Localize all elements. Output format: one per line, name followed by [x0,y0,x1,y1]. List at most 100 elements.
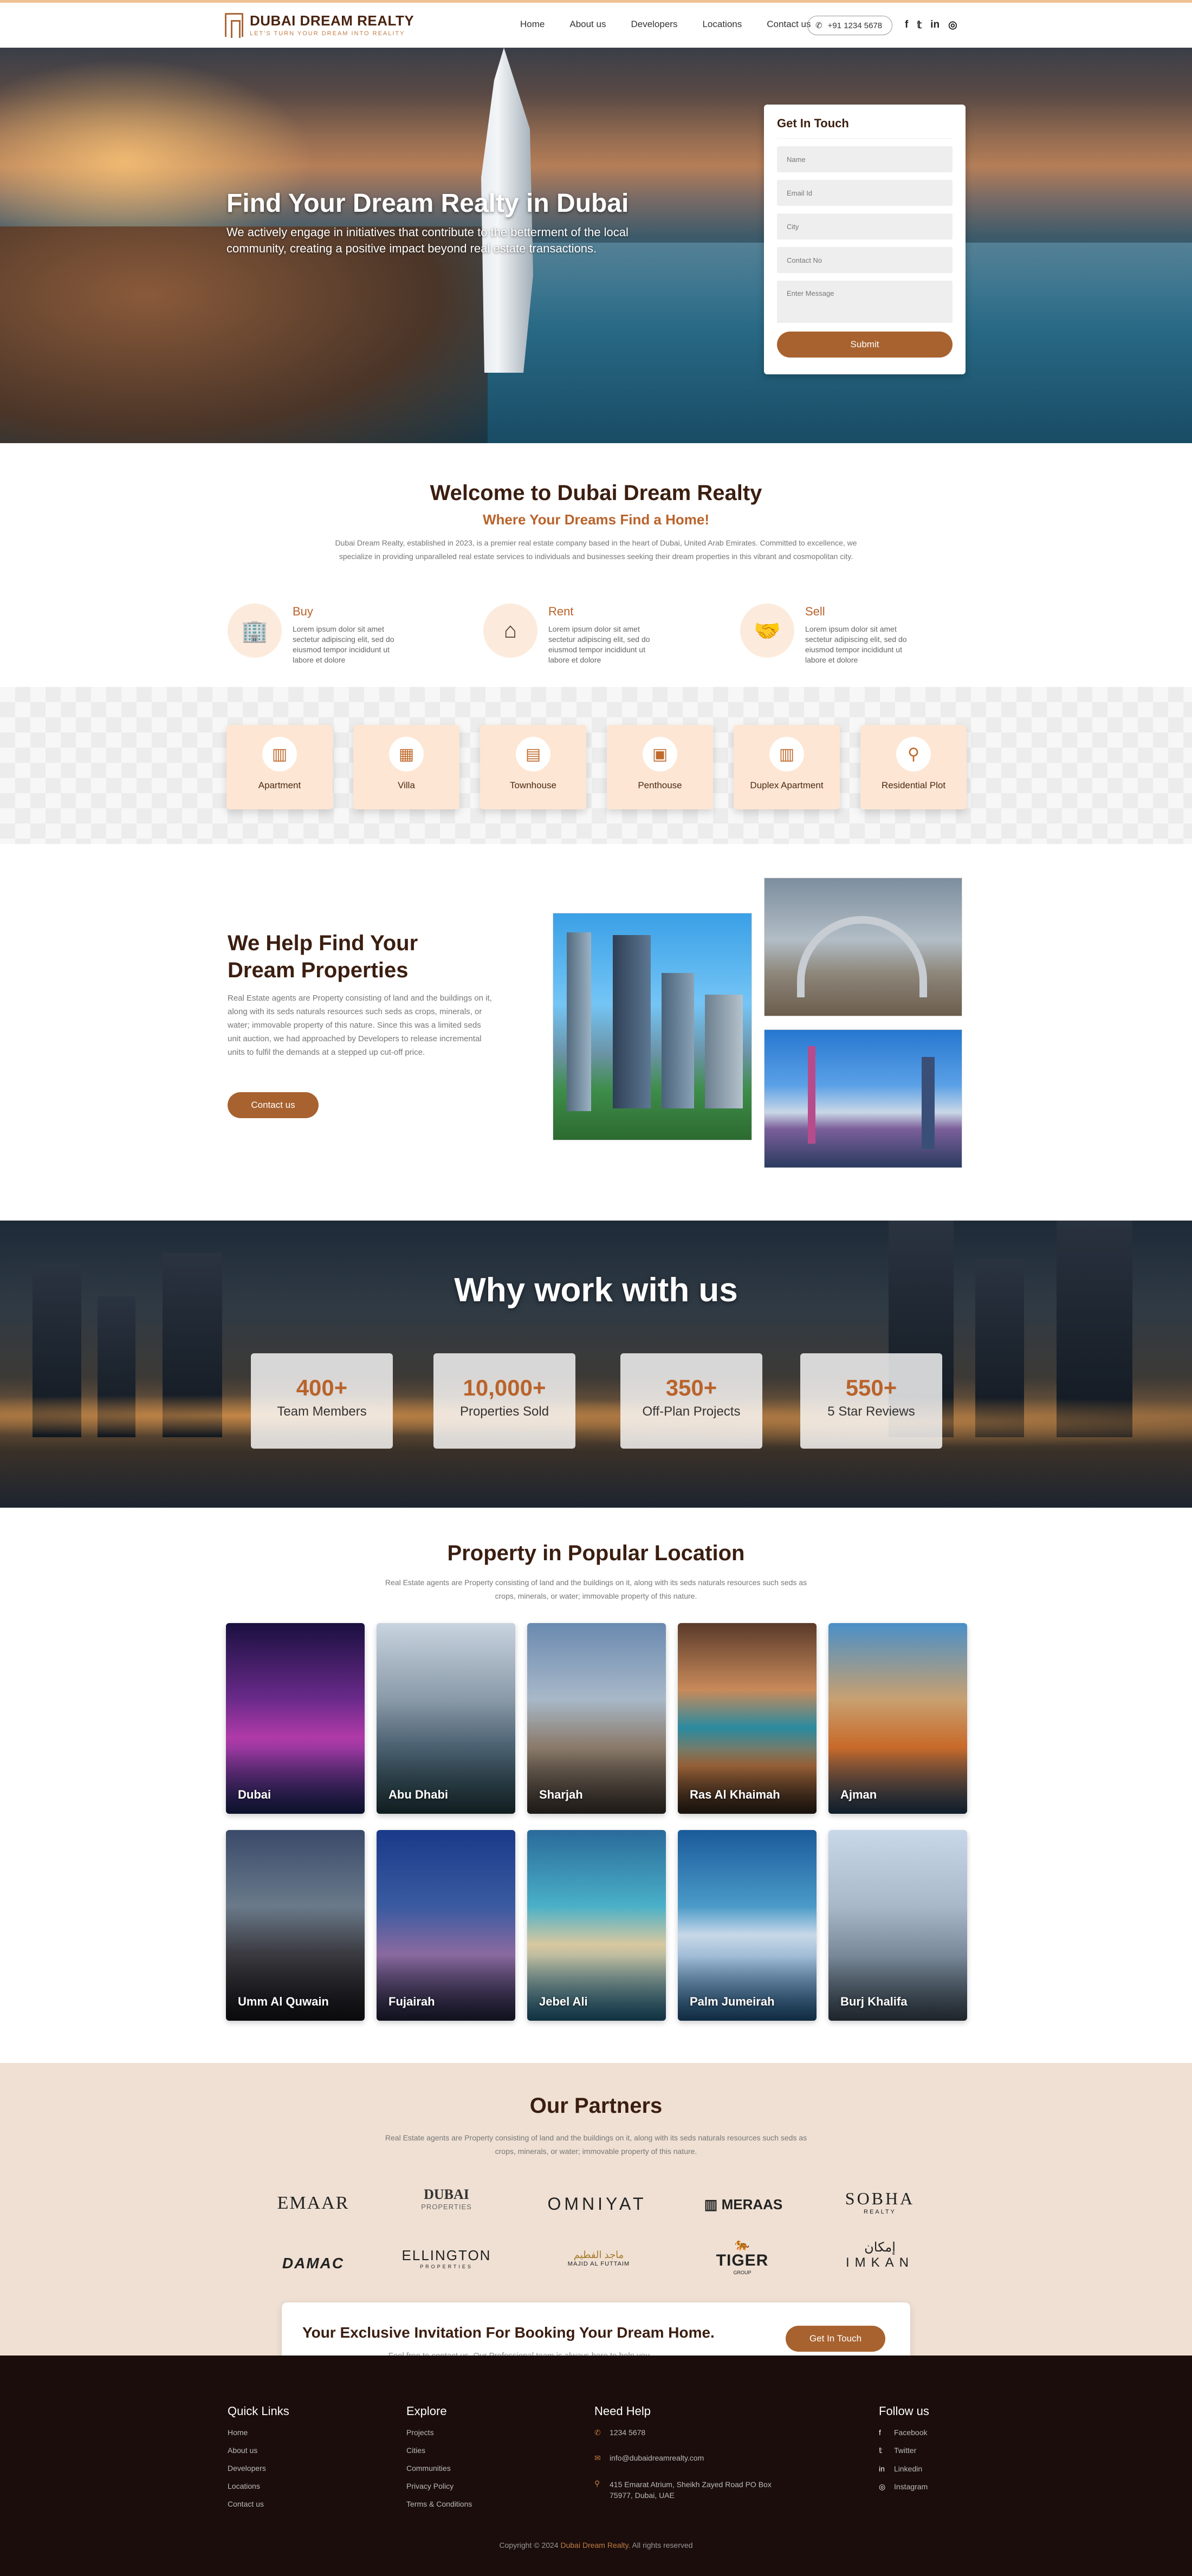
location-card-umm-al-quwain[interactable]: Umm Al Quwain [226,1830,365,2021]
tiger-icon: 🐅 [735,2237,750,2251]
service-sell[interactable]: 🤝 Sell Lorem ipsum dolor sit amet sectetu… [740,604,957,665]
footer-link[interactable]: Locations [228,2482,289,2490]
message-field[interactable]: Enter Message [777,281,953,323]
stat-number: 10,000+ [463,1375,546,1400]
museum-photo [764,878,962,1016]
partners-title: Our Partners [529,2094,663,2118]
location-name: Ras Al Khaimah [690,1788,780,1801]
type-townhouse[interactable]: ▤ Townhouse [480,725,586,809]
logo-text: MERAAS [721,2196,783,2212]
city-field[interactable]: City [777,213,953,239]
footer-phone[interactable]: ✆ 1234 5678 [594,2428,772,2437]
location-card-sharjah[interactable]: Sharjah [527,1623,666,1814]
footer-link[interactable]: Developers [228,2464,289,2473]
footer-link[interactable]: Cities [406,2446,472,2455]
hero-title: Find Your Dream Realty in Dubai [226,189,629,218]
facebook-icon: f [879,2428,881,2437]
location-name: Burj Khalifa [840,1995,908,2008]
twitter-icon[interactable]: 𝕥 [917,19,922,31]
footer-address: ⚲ 415 Emarat Atrium, Sheikh Zayed Road PO… [594,2479,772,2501]
footer-link[interactable]: Communities [406,2464,472,2473]
type-duplex[interactable]: ▥ Duplex Apartment [734,725,840,809]
location-card-fujairah[interactable]: Fujairah [377,1830,515,2021]
linkedin-icon[interactable]: in [930,19,940,31]
type-apartment[interactable]: ▥ Apartment [226,725,333,809]
nav-developers[interactable]: Developers [631,19,677,30]
phone-icon: ✆ [815,21,822,30]
location-pin-icon: ⚲ [594,2479,600,2488]
footer-email[interactable]: ✉ info@dubaidreamrealty.com [594,2454,772,2463]
location-card-dubai[interactable]: Dubai [226,1623,365,1814]
location-card-abu-dhabi[interactable]: Abu Dhabi [377,1623,515,1814]
cta-title: Your Exclusive Invitation For Booking Yo… [302,2324,715,2341]
nav-home[interactable]: Home [520,19,545,30]
type-plot[interactable]: ⚲ Residential Plot [860,725,967,809]
email-field[interactable]: Email Id [777,180,953,206]
footer-twitter[interactable]: 𝕥 Twitter [879,2446,929,2455]
get-in-touch-button[interactable]: Get In Touch [786,2326,885,2352]
contact-us-button[interactable]: Contact us [228,1092,319,1118]
footer-facebook[interactable]: f Facebook [879,2428,929,2437]
footer-explore: Explore Projects Cities Communities Priv… [406,2404,472,2517]
logo-text: REALTY [864,2209,896,2215]
address-text: 415 Emarat Atrium, Sheikh Zayed Road PO … [610,2480,772,2500]
service-rent[interactable]: ⌂ Rent Lorem ipsum dolor sit amet sectetu… [483,604,700,665]
emaar-logo: EMAAR [277,2193,349,2213]
footer-need-help: Need Help ✆ 1234 5678 ✉ info@dubaidreamrea… [594,2404,772,2510]
location-card-ajman[interactable]: Ajman [828,1623,967,1814]
help-text: Real Estate agents are Property consisti… [228,994,492,1057]
footer-link[interactable]: Contact us [228,2500,289,2508]
footer-linkedin[interactable]: in Linkedin [879,2464,929,2473]
location-card-ras-al-khaimah[interactable]: Ras Al Khaimah [678,1623,817,1814]
copyright-brand[interactable]: Dubai Dream Realty [560,2541,628,2549]
logo-text: TIGER [716,2251,769,2269]
footer-link[interactable]: Projects [406,2428,472,2437]
location-name: Dubai [238,1788,271,1801]
copyright: Copyright © 2024 Dubai Dream Realty. All… [0,2541,1192,2549]
phone-number: +91 1234 5678 [827,21,883,30]
nav-about[interactable]: About us [569,19,606,30]
location-card-burj-khalifa[interactable]: Burj Khalifa [828,1830,967,2021]
phone-button[interactable]: ✆ +91 1234 5678 [807,16,893,35]
service-buy[interactable]: 🏢 Buy Lorem ipsum dolor sit amet sectetur… [228,604,444,665]
hero-banner: Find Your Dream Realty in Dubai We activ… [0,48,1192,443]
majid-al-futtaim-logo: ماجد الفطيم MAJID AL FUTTAIM [531,2249,666,2267]
skyline-photo [553,913,752,1140]
nav-contact[interactable]: Contact us [767,19,811,30]
locations-text: Real Estate agents are Property consisti… [385,1578,807,1600]
contact-field[interactable]: Contact No [777,247,953,273]
footer-link[interactable]: Privacy Policy [406,2482,472,2490]
building-icon: 🏢 [228,604,282,658]
damac-logo: DAMAC [282,2255,345,2272]
duplex-icon: ▥ [769,737,804,771]
footer-link[interactable]: Terms & Conditions [406,2500,472,2508]
type-villa[interactable]: ▦ Villa [353,725,459,809]
type-penthouse[interactable]: ▣ Penthouse [607,725,713,809]
name-field[interactable]: Name [777,146,953,172]
stat-number: 550+ [845,1375,897,1400]
why-section: Why work with us 400+ Team Members 10,000… [0,1221,1192,1508]
footer-heading: Explore [406,2404,447,2418]
location-card-palm-jumeirah[interactable]: Palm Jumeirah [678,1830,817,2021]
social-label: Linkedin [894,2464,923,2473]
logo-text: ELLINGTON [401,2247,491,2263]
location-card-jebel-ali[interactable]: Jebel Ali [527,1830,666,2021]
nav-locations[interactable]: Locations [702,19,742,30]
welcome-description: Dubai Dream Realty, established in 2023,… [335,538,857,561]
twitter-icon: 𝕥 [879,2446,883,2455]
stat-label: Off-Plan Projects [642,1404,741,1419]
footer-link[interactable]: About us [228,2446,289,2455]
stat-card: 350+ Off-Plan Projects [620,1353,762,1449]
footer-instagram[interactable]: ◎ Instagram [879,2482,929,2491]
type-label: Villa [398,780,415,790]
logo[interactable]: DUBAI DREAM REALTY LET'S TURN YOUR DREAM… [225,12,414,38]
hero-subtitle: We actively engage in initiatives that c… [226,225,629,255]
submit-button[interactable]: Submit [777,332,953,358]
ellington-logo: ELLINGTON PROPERTIES [392,2247,501,2269]
instagram-icon[interactable]: ◎ [948,19,957,31]
stat-card: 400+ Team Members [251,1353,393,1449]
social-label: Twitter [894,2446,917,2455]
facebook-icon[interactable]: f [905,19,908,31]
footer-link[interactable]: Home [228,2428,289,2437]
type-label: Residential Plot [881,780,946,790]
